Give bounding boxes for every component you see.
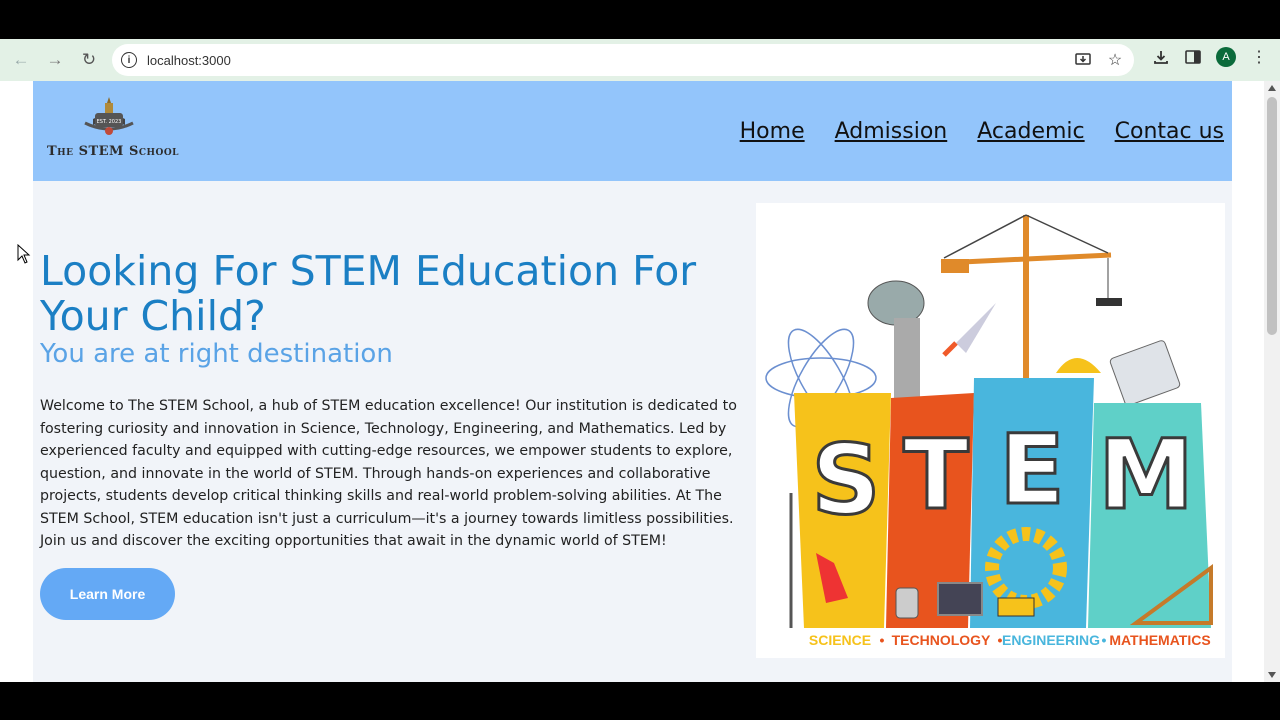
os-top-bar bbox=[0, 0, 1280, 39]
install-icon[interactable] bbox=[1074, 51, 1092, 69]
nav-contact[interactable]: Contac us bbox=[1115, 119, 1224, 144]
browser-toolbar: ← → ↻ i localhost:3000 ☆ A ⋮ bbox=[0, 39, 1280, 81]
side-panel-icon[interactable] bbox=[1184, 48, 1202, 66]
hero-subtitle: You are at right destination bbox=[40, 339, 393, 369]
caption-mathematics: MATHEMATICS bbox=[1109, 632, 1210, 648]
profile-avatar[interactable]: A bbox=[1216, 47, 1236, 67]
learn-more-button[interactable]: Learn More bbox=[40, 568, 175, 620]
page-scrollbar[interactable] bbox=[1264, 81, 1280, 682]
logo-badge-text: EST. 2023 bbox=[97, 119, 122, 125]
nav-admission[interactable]: Admission bbox=[835, 119, 948, 144]
scrollbar-thumb[interactable] bbox=[1267, 97, 1277, 335]
caption-science: SCIENCE bbox=[809, 632, 871, 648]
logo-text: The STEM School bbox=[47, 144, 180, 159]
caption-technology: TECHNOLOGY bbox=[892, 632, 991, 648]
hero-description: Welcome to The STEM School, a hub of STE… bbox=[40, 398, 737, 549]
bookmark-star-icon[interactable]: ☆ bbox=[1106, 51, 1124, 69]
caption-sep-3: • bbox=[1102, 632, 1107, 648]
os-bottom-bar bbox=[0, 682, 1280, 720]
site-header: EST. 2023 The STEM School Home Admission… bbox=[33, 81, 1232, 181]
calculator-icon bbox=[1109, 340, 1181, 406]
caption-sep-1: • bbox=[880, 632, 885, 648]
robot-icon bbox=[895, 587, 919, 619]
hard-hat-icon bbox=[1056, 358, 1101, 373]
excavator-icon bbox=[997, 597, 1035, 617]
crane-icon bbox=[940, 214, 1122, 378]
back-icon[interactable]: ← bbox=[4, 43, 38, 77]
site-info-icon[interactable]: i bbox=[121, 52, 137, 68]
nav-academic[interactable]: Academic bbox=[977, 119, 1084, 144]
stem-illustration: S T E M SCIENCE • TECHNOLOGY • ENGINEERI… bbox=[756, 203, 1225, 658]
scroll-down-arrow-icon[interactable] bbox=[1268, 672, 1276, 678]
letter-e: E bbox=[999, 414, 1065, 526]
address-bar[interactable]: i localhost:3000 ☆ bbox=[112, 44, 1134, 76]
menu-kebab-icon[interactable]: ⋮ bbox=[1250, 48, 1268, 66]
letter-m: M bbox=[1098, 419, 1194, 531]
reload-icon[interactable]: ↻ bbox=[72, 43, 106, 77]
browser-viewport: EST. 2023 The STEM School Home Admission… bbox=[0, 81, 1280, 682]
caption-engineering: ENGINEERING bbox=[1002, 632, 1100, 648]
nav-home[interactable]: Home bbox=[740, 119, 805, 144]
web-page: EST. 2023 The STEM School Home Admission… bbox=[33, 81, 1232, 682]
scroll-up-arrow-icon[interactable] bbox=[1268, 85, 1276, 91]
download-icon[interactable] bbox=[1152, 48, 1170, 66]
hero-title: Looking For STEM Education For Your Chil… bbox=[40, 247, 697, 340]
url-text[interactable]: localhost:3000 bbox=[147, 53, 231, 68]
computer-icon bbox=[937, 582, 983, 616]
letter-t: T bbox=[903, 419, 968, 531]
main-nav: Home Admission Academic Contac us bbox=[740, 119, 1224, 144]
letter-s: S bbox=[811, 424, 880, 536]
school-logo[interactable]: EST. 2023 The STEM School bbox=[47, 95, 179, 159]
rocket-icon bbox=[942, 303, 996, 357]
forward-icon[interactable]: → bbox=[38, 43, 72, 77]
